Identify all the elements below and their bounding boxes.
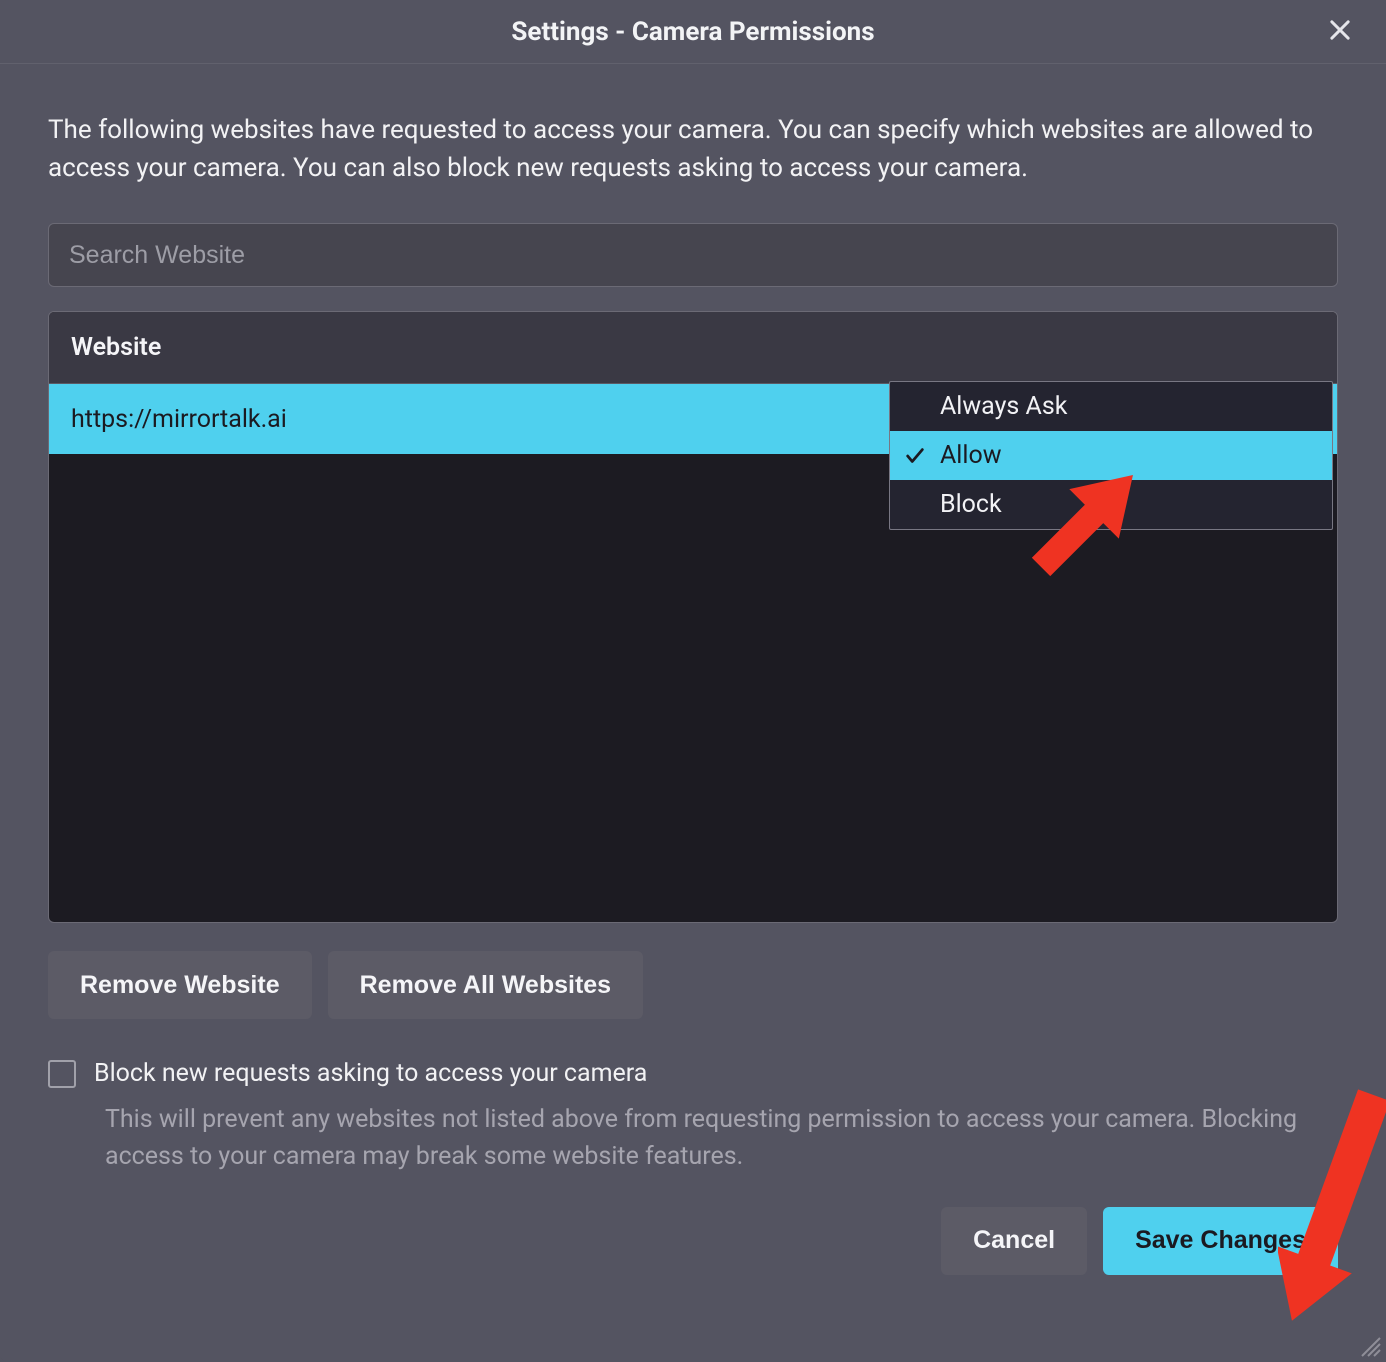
dropdown-option-label: Always Ask <box>940 392 1067 421</box>
dropdown-option-label: Allow <box>940 441 1002 470</box>
dropdown-option-block[interactable]: Block <box>890 480 1332 529</box>
dialog-title: Settings - Camera Permissions <box>511 17 874 47</box>
dropdown-option-always-ask[interactable]: Always Ask <box>890 382 1332 431</box>
remove-all-websites-button[interactable]: Remove All Websites <box>328 951 643 1019</box>
settings-dialog: Settings - Camera Permissions The follow… <box>0 0 1386 1362</box>
check-icon <box>904 445 926 467</box>
block-new-requests-row: Block new requests asking to access your… <box>48 1059 1338 1088</box>
dialog-content: The following websites have requested to… <box>0 64 1386 1362</box>
description-text: The following websites have requested to… <box>48 112 1338 187</box>
block-new-requests-help: This will prevent any websites not liste… <box>105 1102 1338 1175</box>
status-dropdown[interactable]: Always Ask Allow Block <box>889 381 1333 530</box>
remove-website-button[interactable]: Remove Website <box>48 951 312 1019</box>
block-new-requests-label: Block new requests asking to access your… <box>94 1059 647 1088</box>
titlebar: Settings - Camera Permissions <box>0 0 1386 64</box>
block-new-requests-checkbox[interactable] <box>48 1060 76 1088</box>
close-icon <box>1326 16 1354 48</box>
table-header: Website <box>49 312 1337 384</box>
search-input[interactable] <box>48 223 1338 287</box>
save-changes-button[interactable]: Save Changes <box>1103 1207 1338 1275</box>
column-header-website[interactable]: Website <box>49 333 1337 362</box>
footer-buttons: Cancel Save Changes <box>48 1207 1338 1315</box>
remove-button-row: Remove Website Remove All Websites <box>48 951 1338 1019</box>
cancel-button[interactable]: Cancel <box>941 1207 1087 1275</box>
dropdown-option-label: Block <box>940 490 1002 519</box>
dropdown-option-allow[interactable]: Allow <box>890 431 1332 480</box>
close-button[interactable] <box>1322 14 1358 50</box>
